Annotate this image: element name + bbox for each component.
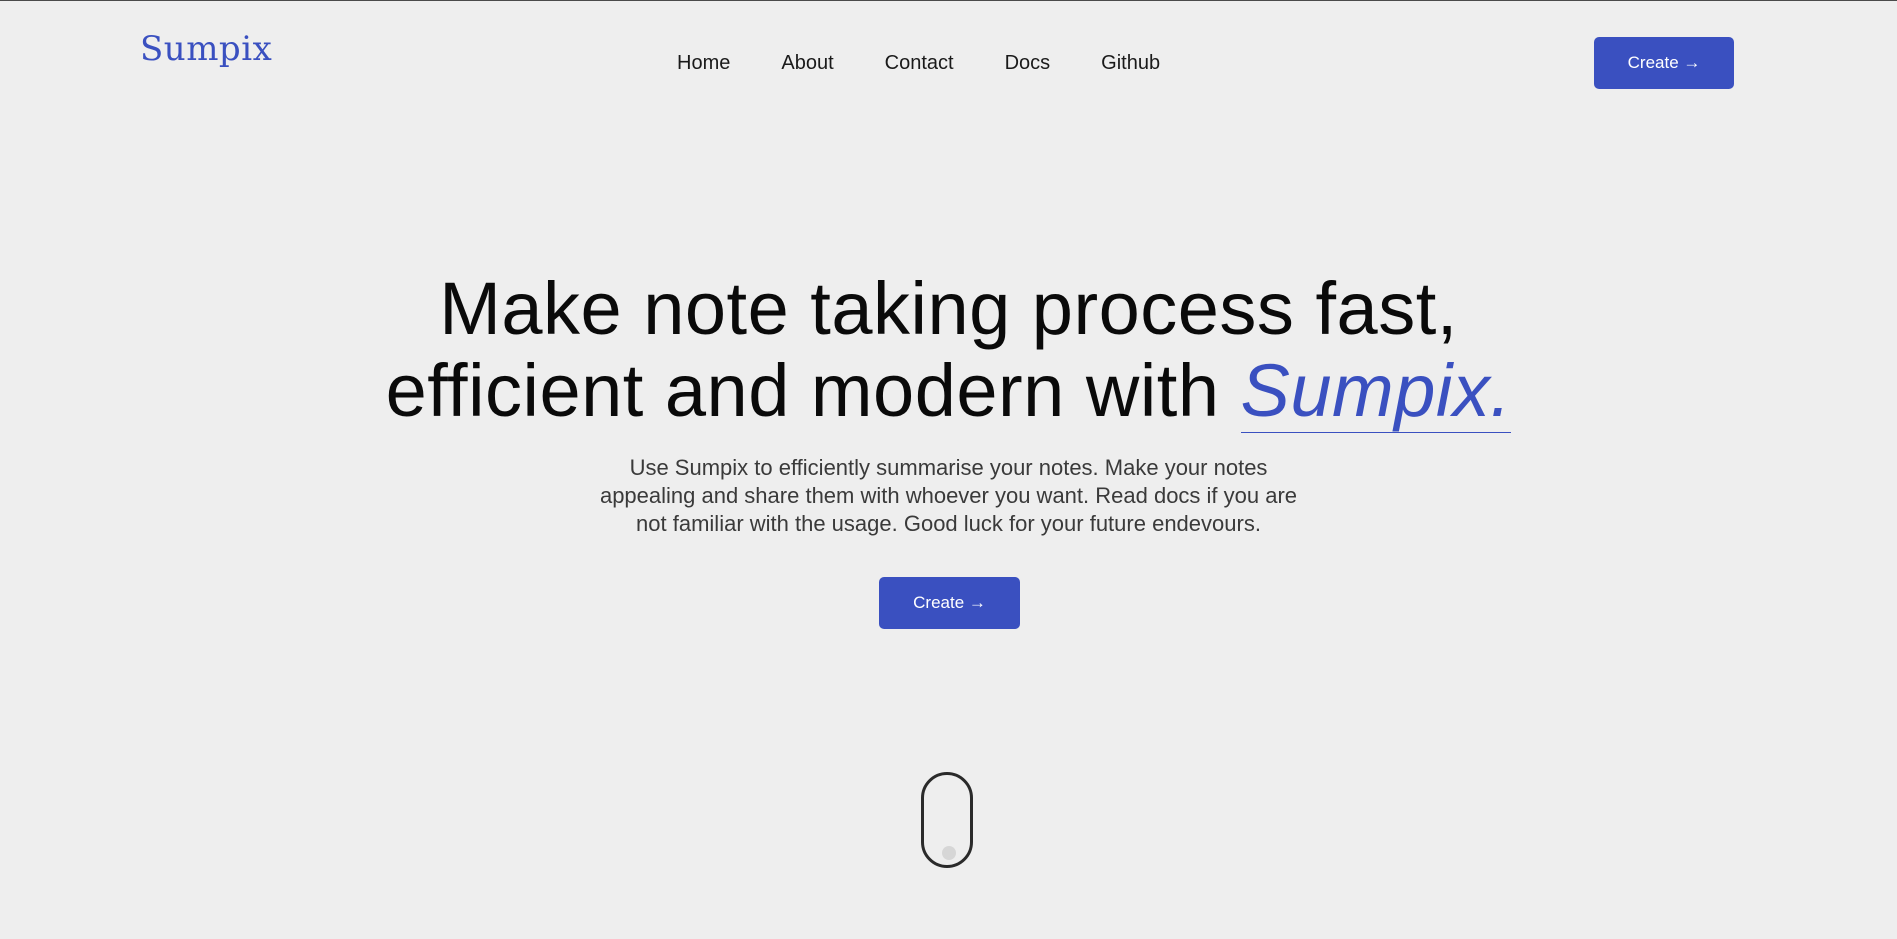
hero-subtitle-line-1: Use Sumpix to efficiently summarise your…: [629, 455, 1268, 480]
hero-title-line-2-text: efficient and modern with: [385, 349, 1241, 432]
nav-item-about[interactable]: About: [781, 50, 833, 76]
hero-create-button[interactable]: Create →: [879, 577, 1020, 629]
hero-subtitle-line-2: appealing and share them with whoever yo…: [599, 483, 1298, 508]
mouse-wheel-dot: [942, 846, 956, 860]
mouse-scroll-icon: [921, 772, 973, 868]
nav-item-github[interactable]: Github: [1101, 50, 1160, 76]
nav-item-contact[interactable]: Contact: [885, 50, 954, 76]
hero-subtitle-line-3: not familiar with the usage. Good luck f…: [636, 511, 1261, 536]
header-create-button[interactable]: Create →: [1594, 37, 1734, 89]
hero-subtitle: Use Sumpix to efficiently summarise your…: [0, 454, 1897, 538]
hero-title-brand: Sumpix.: [1240, 349, 1512, 433]
hero-title-line-2: efficient and modern with Sumpix.: [0, 349, 1897, 433]
hero-title-line-1: Make note taking process fast,: [439, 267, 1458, 350]
logo[interactable]: Sumpix: [140, 32, 272, 66]
hero-title: Make note taking process fast, efficient…: [0, 267, 1897, 433]
nav-item-docs[interactable]: Docs: [1005, 50, 1051, 76]
site-header: Sumpix Home About Contact Docs Github Cr…: [0, 0, 1897, 110]
main-nav: Home About Contact Docs Github: [677, 50, 1160, 76]
nav-item-home[interactable]: Home: [677, 50, 730, 76]
